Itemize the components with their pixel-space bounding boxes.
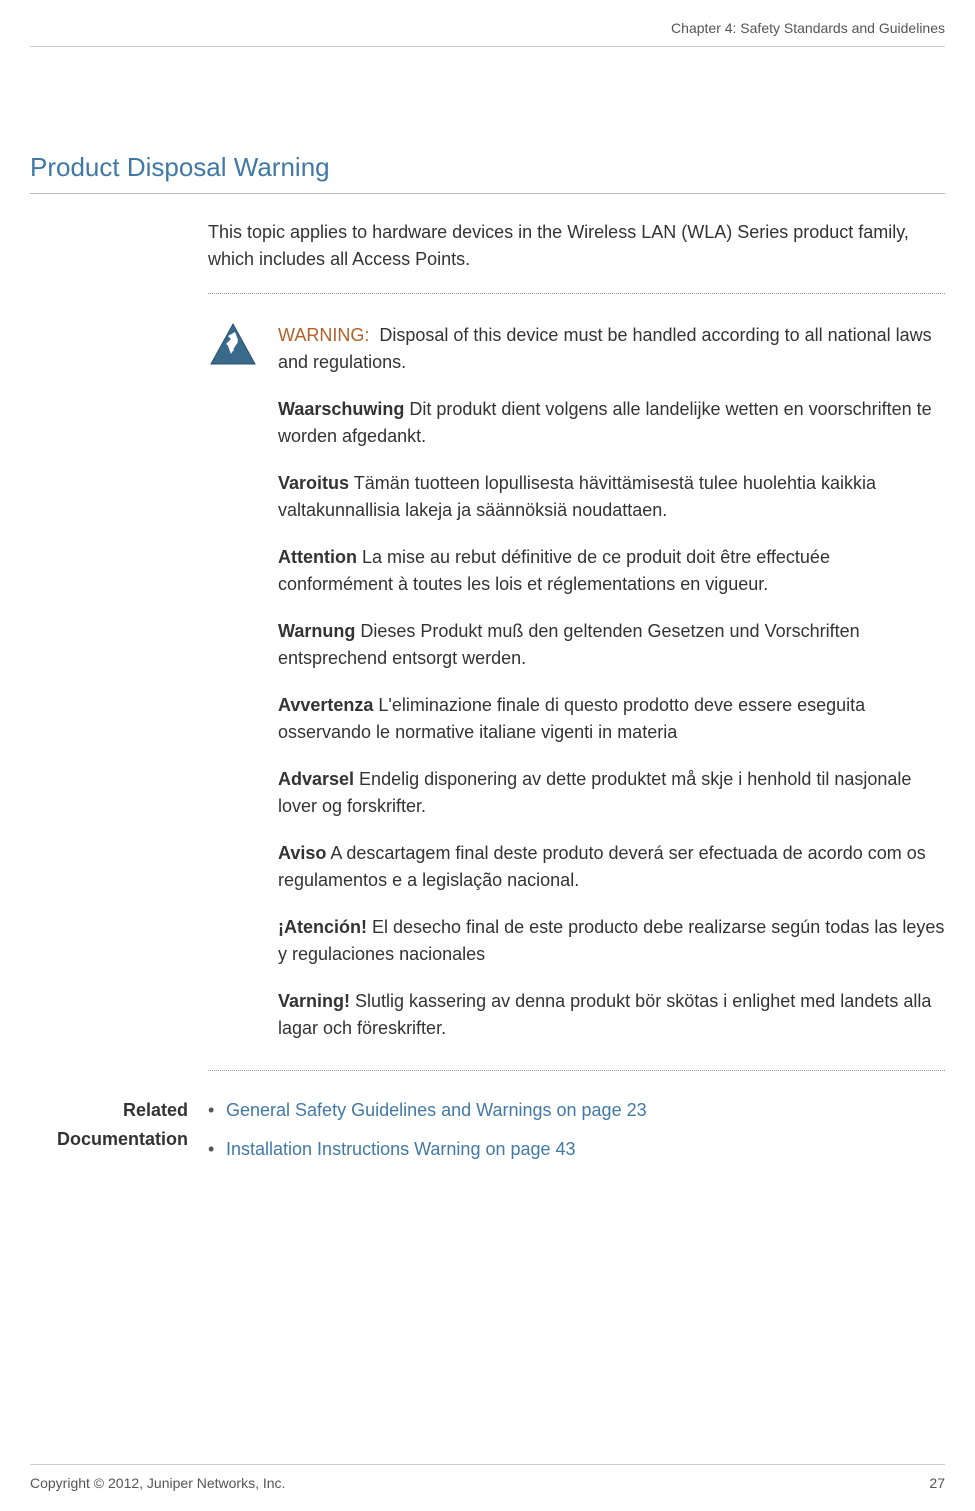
document-page: Chapter 4: Safety Standards and Guidelin… (0, 0, 975, 1511)
translation-label: Attention (278, 547, 357, 567)
translation-label: Varning! (278, 991, 350, 1011)
translation-text: El desecho final de este producto debe r… (278, 917, 944, 964)
warning-translation: Warnung Dieses Produkt muß den geltenden… (278, 618, 945, 672)
translation-text: Tämän tuotteen lopullisesta hävittämises… (278, 473, 876, 520)
warning-translation: ¡Atención! El desecho final de este prod… (278, 914, 945, 968)
related-link-item: General Safety Guidelines and Warnings o… (208, 1096, 945, 1125)
page-header: Chapter 4: Safety Standards and Guidelin… (30, 0, 945, 47)
page-number: 27 (929, 1475, 945, 1491)
translation-text: Dieses Produkt muß den geltenden Gesetze… (278, 621, 860, 668)
translation-label: Warnung (278, 621, 355, 641)
translation-label: ¡Atención! (278, 917, 367, 937)
content-area: This topic applies to hardware devices i… (208, 219, 945, 1071)
warning-text-container: WARNING: Disposal of this device must be… (278, 322, 945, 1042)
translation-text: A descartagem final deste produto deverá… (278, 843, 926, 890)
warning-block: WARNING: Disposal of this device must be… (208, 293, 945, 1071)
warning-icon (208, 322, 258, 368)
translation-label: Advarsel (278, 769, 354, 789)
translation-label: Varoitus (278, 473, 349, 493)
related-link[interactable]: Installation Instructions Warning on pag… (226, 1139, 576, 1159)
translation-text: La mise au rebut définitive de ce produi… (278, 547, 830, 594)
page-footer: Copyright © 2012, Juniper Networks, Inc.… (30, 1464, 945, 1491)
warning-translation: Advarsel Endelig disponering av dette pr… (278, 766, 945, 820)
warning-icon-container (208, 322, 258, 1042)
warning-label: WARNING: (278, 325, 369, 345)
related-documentation-label: Related Documentation (30, 1096, 188, 1154)
translation-label: Avvertenza (278, 695, 373, 715)
intro-paragraph: This topic applies to hardware devices i… (208, 219, 945, 273)
warning-translation: Avvertenza L'eliminazione finale di ques… (278, 692, 945, 746)
warning-main: WARNING: Disposal of this device must be… (278, 322, 945, 376)
copyright-text: Copyright © 2012, Juniper Networks, Inc. (30, 1475, 285, 1491)
translation-text: Slutlig kassering av denna produkt bör s… (278, 991, 931, 1038)
related-documentation-section: Related Documentation General Safety Gui… (30, 1096, 945, 1174)
warning-translation: Attention La mise au rebut définitive de… (278, 544, 945, 598)
warning-translation: Waarschuwing Dit produkt dient volgens a… (278, 396, 945, 450)
warning-translation: Varning! Slutlig kassering av denna prod… (278, 988, 945, 1042)
section-heading: Product Disposal Warning (30, 152, 945, 194)
related-link[interactable]: General Safety Guidelines and Warnings o… (226, 1100, 647, 1120)
translation-label: Aviso (278, 843, 326, 863)
translation-label: Waarschuwing (278, 399, 404, 419)
chapter-title: Chapter 4: Safety Standards and Guidelin… (671, 20, 945, 36)
related-link-item: Installation Instructions Warning on pag… (208, 1135, 945, 1164)
related-links: General Safety Guidelines and Warnings o… (208, 1096, 945, 1174)
warning-translation: Varoitus Tämän tuotteen lopullisesta häv… (278, 470, 945, 524)
translation-text: Endelig disponering av dette produktet m… (278, 769, 911, 816)
warning-translation: Aviso A descartagem final deste produto … (278, 840, 945, 894)
